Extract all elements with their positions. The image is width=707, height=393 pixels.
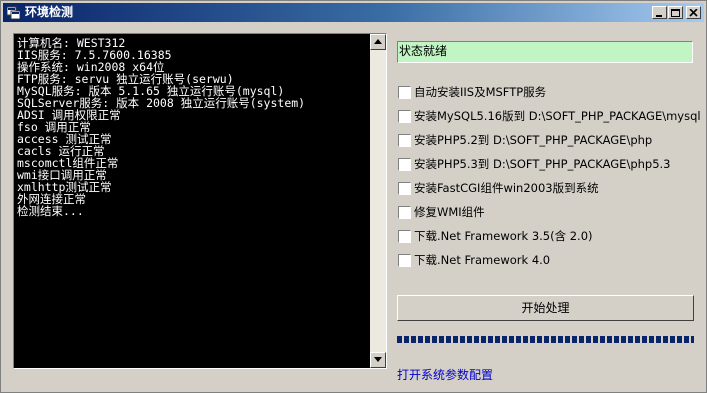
- log-lines: 计算机名: WEST312 IIS服务: 7.5.7600.16385 操作系统: …: [17, 37, 369, 365]
- status-field: 状态就绪: [397, 41, 693, 63]
- option-checkbox[interactable]: [398, 110, 411, 123]
- option-checkbox[interactable]: [398, 158, 411, 171]
- maximize-button[interactable]: [668, 6, 683, 19]
- scroll-up-button[interactable]: [370, 34, 386, 50]
- vertical-scrollbar[interactable]: [370, 34, 386, 368]
- option-checkbox[interactable]: [398, 86, 411, 99]
- close-icon: [689, 9, 698, 17]
- scroll-down-button[interactable]: [370, 352, 386, 368]
- option-label: 安装FastCGI组件win2003版到系统: [414, 181, 599, 195]
- open-config-link[interactable]: 打开系统参数配置: [397, 368, 493, 383]
- app-icon: [6, 6, 21, 20]
- option-label: 安装PHP5.3到 D:\SOFT_PHP_PACKAGE\php5.3: [414, 157, 671, 171]
- start-button[interactable]: 开始处理: [397, 295, 694, 321]
- arrow-down-icon: [374, 357, 382, 362]
- option-checkbox[interactable]: [398, 230, 411, 243]
- arrow-up-icon: [374, 39, 382, 44]
- progress-bar: [397, 335, 694, 344]
- option-label: 安装MySQL5.16版到 D:\SOFT_PHP_PACKAGE\mysql: [414, 109, 701, 123]
- option-label: 安装PHP5.2到 D:\SOFT_PHP_PACKAGE\php: [414, 133, 653, 147]
- option-checkbox[interactable]: [398, 134, 411, 147]
- log-console[interactable]: 计算机名: WEST312 IIS服务: 7.5.7600.16385 操作系统: …: [13, 33, 387, 369]
- log-line: 检测结束...: [17, 204, 84, 218]
- title-bar[interactable]: 环境检测: [3, 3, 704, 22]
- minimize-icon: [656, 15, 662, 17]
- option-label: 下载.Net Framework 3.5(含 2.0): [414, 229, 593, 243]
- option-checkbox[interactable]: [398, 254, 411, 267]
- maximize-icon: [671, 9, 680, 17]
- option-label: 修复WMI组件: [414, 205, 485, 219]
- progress-fill: [397, 336, 694, 343]
- minimize-button[interactable]: [652, 6, 667, 19]
- option-checkbox[interactable]: [398, 206, 411, 219]
- option-checkbox[interactable]: [398, 182, 411, 195]
- window-title: 环境检测: [25, 5, 74, 19]
- close-button[interactable]: [686, 6, 701, 19]
- option-label: 下载.Net Framework 4.0: [414, 253, 551, 267]
- main-window: 环境检测 计算机名: WEST312 IIS服务: 7.5.7600.16385 操…: [0, 0, 707, 393]
- option-label: 自动安装IIS及MSFTP服务: [414, 85, 547, 99]
